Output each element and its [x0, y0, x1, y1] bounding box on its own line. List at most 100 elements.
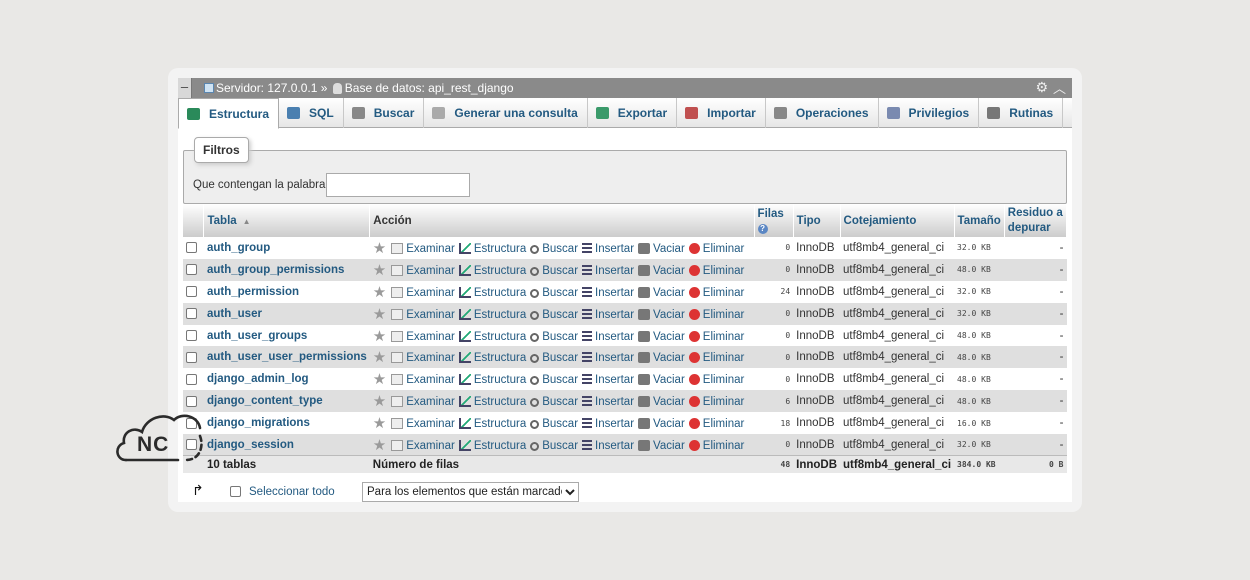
breadcrumb-database[interactable]: Base de datos: api_rest_django: [345, 81, 514, 95]
row-checkbox[interactable]: [186, 264, 197, 276]
row-checkbox[interactable]: [186, 329, 197, 341]
table-name[interactable]: django_migrations: [203, 412, 370, 435]
row-size[interactable]: 32.0 KB: [954, 302, 1005, 325]
action-search[interactable]: Buscar: [530, 352, 578, 364]
row-size[interactable]: 32.0 KB: [954, 434, 1005, 456]
table-name[interactable]: django_admin_log: [203, 368, 370, 391]
action-drop[interactable]: Eliminar: [688, 264, 744, 277]
tab-privileges[interactable]: Privilegios: [879, 98, 980, 128]
action-empty[interactable]: Vaciar: [638, 439, 685, 452]
table-name[interactable]: auth_user: [203, 302, 370, 325]
arrow-up-icon[interactable]: ︿: [1053, 78, 1066, 97]
row-checkbox[interactable]: [186, 242, 197, 254]
action-drop[interactable]: Eliminar: [688, 396, 744, 408]
action-drop[interactable]: Eliminar: [688, 330, 744, 343]
row-size[interactable]: 48.0 KB: [954, 324, 1005, 347]
action-drop[interactable]: Eliminar: [688, 418, 744, 430]
action-structure[interactable]: Estructura: [458, 352, 526, 364]
action-insert[interactable]: Insertar: [582, 439, 634, 452]
row-size[interactable]: 48.0 KB: [954, 368, 1005, 391]
star-icon[interactable]: ★: [373, 306, 386, 323]
action-browse[interactable]: Examinar: [391, 330, 455, 343]
action-insert[interactable]: Insertar: [582, 308, 634, 321]
row-checkbox[interactable]: [186, 286, 197, 298]
action-insert[interactable]: Insertar: [582, 264, 634, 277]
action-drop[interactable]: Eliminar: [688, 374, 744, 386]
tab-routines[interactable]: Rutinas: [979, 98, 1064, 128]
action-drop[interactable]: Eliminar: [688, 308, 744, 321]
tab-export[interactable]: Exportar: [588, 98, 678, 128]
action-insert[interactable]: Insertar: [582, 330, 634, 343]
header-size[interactable]: Tamaño: [954, 204, 1005, 237]
action-structure[interactable]: Estructura: [458, 396, 526, 408]
star-icon[interactable]: ★: [373, 349, 386, 366]
action-browse[interactable]: Examinar: [391, 374, 455, 386]
action-browse[interactable]: Examinar: [391, 286, 455, 299]
action-browse[interactable]: Examinar: [391, 264, 455, 277]
row-size[interactable]: 16.0 KB: [954, 412, 1005, 435]
action-empty[interactable]: Vaciar: [638, 264, 685, 277]
action-browse[interactable]: Examinar: [391, 396, 455, 408]
breadcrumb-server[interactable]: Servidor: 127.0.0.1: [216, 81, 317, 95]
row-size[interactable]: 32.0 KB: [954, 237, 1005, 259]
help-icon[interactable]: ?: [757, 223, 768, 234]
action-structure[interactable]: Estructura: [458, 308, 526, 321]
action-insert[interactable]: Insertar: [582, 396, 634, 408]
tab-search[interactable]: Buscar: [344, 98, 425, 128]
header-table[interactable]: Tabla ▲: [203, 204, 371, 237]
star-icon[interactable]: ★: [373, 415, 386, 432]
action-insert[interactable]: Insertar: [582, 242, 634, 255]
action-search[interactable]: Buscar: [530, 396, 578, 408]
action-empty[interactable]: Vaciar: [638, 374, 685, 386]
action-drop[interactable]: Eliminar: [688, 352, 744, 364]
action-search[interactable]: Buscar: [530, 331, 578, 343]
star-icon[interactable]: ★: [373, 393, 386, 410]
action-empty[interactable]: Vaciar: [638, 330, 685, 343]
action-browse[interactable]: Examinar: [391, 439, 455, 452]
action-search[interactable]: Buscar: [530, 418, 578, 430]
header-rows[interactable]: Filas?: [754, 204, 794, 237]
star-icon[interactable]: ★: [373, 328, 386, 345]
row-checkbox[interactable]: [186, 373, 197, 385]
tab-structure[interactable]: Estructura: [178, 98, 280, 129]
action-empty[interactable]: Vaciar: [638, 242, 685, 255]
action-search[interactable]: Buscar: [530, 440, 578, 452]
action-browse[interactable]: Examinar: [391, 308, 455, 321]
action-search[interactable]: Buscar: [530, 374, 578, 386]
table-name[interactable]: django_content_type: [203, 390, 370, 413]
action-drop[interactable]: Eliminar: [688, 286, 744, 299]
action-empty[interactable]: Vaciar: [638, 418, 685, 430]
filter-input[interactable]: [326, 173, 470, 197]
row-checkbox[interactable]: [186, 351, 197, 363]
row-checkbox[interactable]: [186, 308, 197, 320]
action-drop[interactable]: Eliminar: [688, 242, 744, 255]
action-insert[interactable]: Insertar: [582, 352, 634, 364]
tab-import[interactable]: Importar: [677, 98, 766, 128]
with-selected-select[interactable]: Para los elementos que están marcados:: [362, 482, 579, 502]
star-icon[interactable]: ★: [373, 262, 386, 279]
action-browse[interactable]: Examinar: [391, 352, 455, 364]
action-insert[interactable]: Insertar: [582, 286, 634, 299]
action-empty[interactable]: Vaciar: [638, 396, 685, 408]
row-size[interactable]: 32.0 KB: [954, 280, 1005, 303]
table-name[interactable]: auth_user_user_permissions: [203, 346, 370, 369]
star-icon[interactable]: ★: [373, 437, 386, 454]
action-empty[interactable]: Vaciar: [638, 308, 685, 321]
action-search[interactable]: Buscar: [530, 243, 578, 255]
table-name[interactable]: auth_user_groups: [203, 324, 370, 347]
action-empty[interactable]: Vaciar: [638, 352, 685, 364]
select-all-label[interactable]: Seleccionar todo: [249, 486, 335, 498]
action-empty[interactable]: Vaciar: [638, 286, 685, 299]
action-browse[interactable]: Examinar: [391, 418, 455, 430]
table-name[interactable]: auth_group_permissions: [203, 258, 370, 281]
action-drop[interactable]: Eliminar: [688, 439, 744, 452]
table-name[interactable]: auth_group: [203, 237, 370, 259]
row-size[interactable]: 48.0 KB: [954, 258, 1005, 281]
action-structure[interactable]: Estructura: [458, 286, 526, 299]
action-structure[interactable]: Estructura: [458, 418, 526, 430]
select-all-checkbox[interactable]: [230, 486, 241, 497]
action-search[interactable]: Buscar: [530, 309, 578, 321]
action-structure[interactable]: Estructura: [458, 242, 526, 255]
action-browse[interactable]: Examinar: [391, 242, 455, 255]
tab-query[interactable]: Generar una consulta: [424, 98, 588, 128]
